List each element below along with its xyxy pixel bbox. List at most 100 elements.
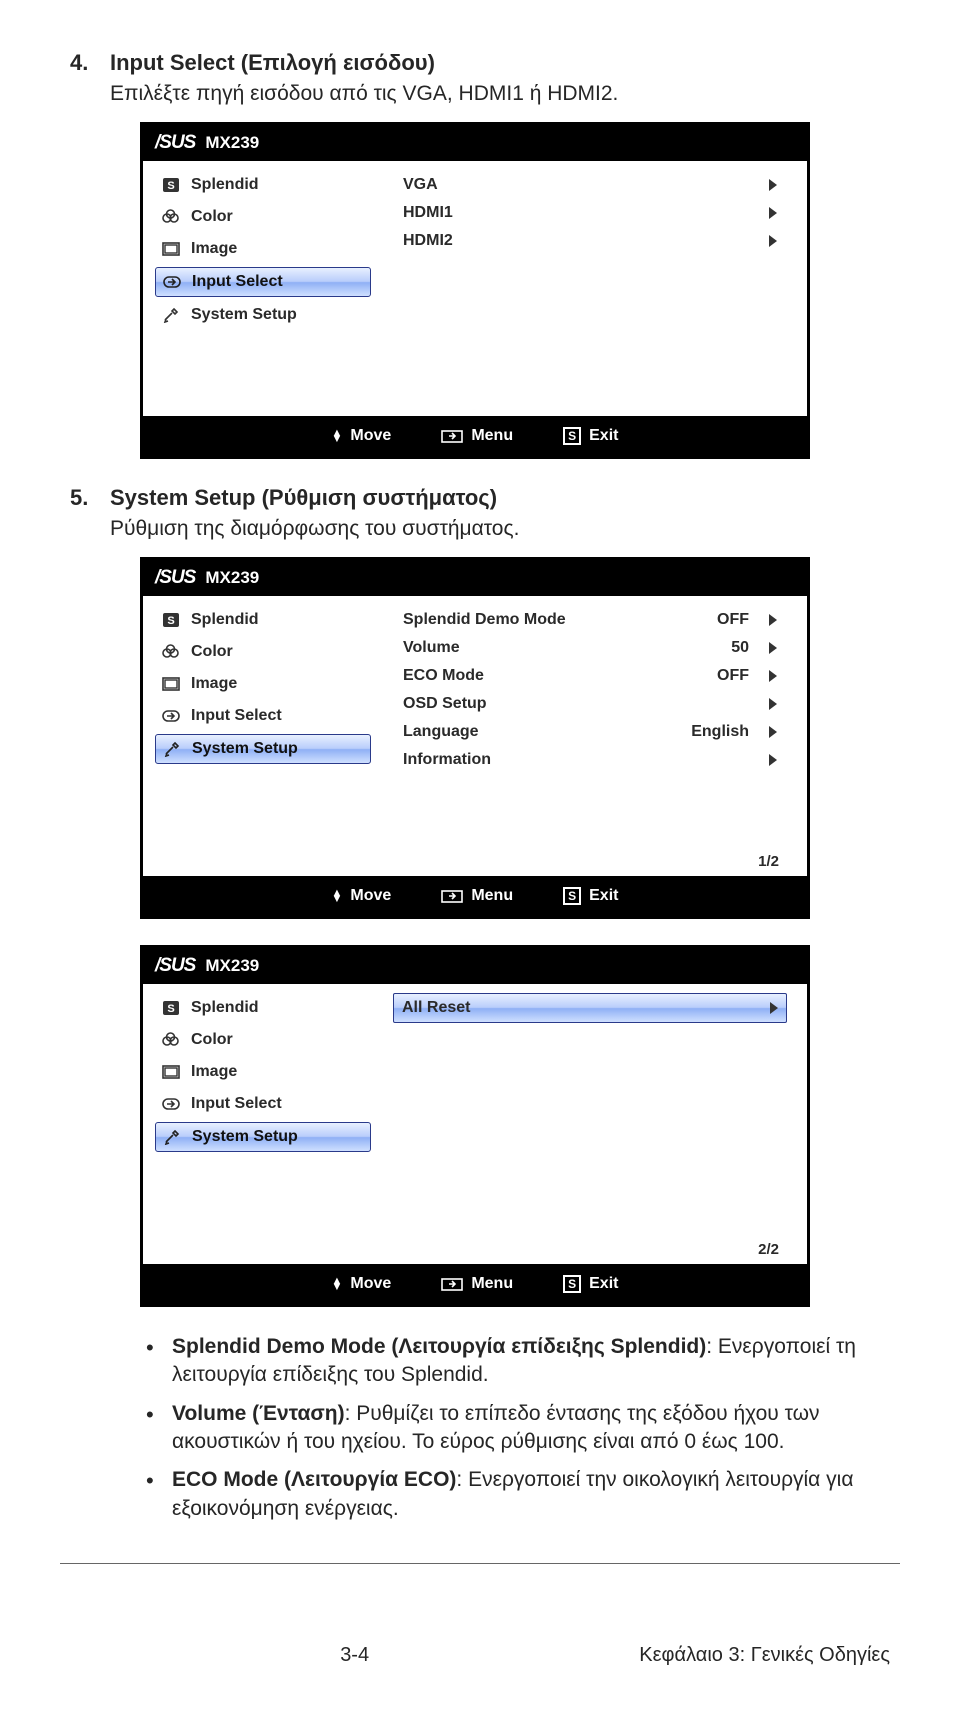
sidebar-item-system-setup[interactable]: System Setup (155, 734, 371, 764)
option-hdmi1[interactable]: HDMI1 (403, 199, 777, 227)
bullet-bold: Volume (Ένταση) (172, 1402, 345, 1425)
footer-label: Menu (471, 1275, 513, 1293)
input-icon (162, 273, 182, 291)
osd-content: VGA HDMI1 HDMI2 (383, 161, 807, 416)
option-language[interactable]: LanguageEnglish (403, 718, 777, 746)
chevron-right-icon (769, 179, 777, 191)
footer-move[interactable]: ▲▼ Move (332, 887, 392, 905)
section-4-title: 4.Input Select (Επιλογή εισόδου) (70, 50, 890, 76)
brand-logo: /SUS (155, 567, 195, 589)
sidebar-label: System Setup (192, 740, 298, 758)
model-label: MX239 (205, 133, 259, 153)
brand-logo: /SUS (155, 955, 195, 977)
bullet-eco-mode: ECO Mode (Λειτουργία ECO): Ενεργοποιεί τ… (140, 1466, 920, 1523)
s-box-icon: S (563, 427, 581, 445)
option-label: Information (403, 751, 669, 769)
s-box-icon: S (161, 611, 181, 629)
chevron-right-icon (769, 754, 777, 766)
chevron-right-icon (769, 207, 777, 219)
sidebar-label: Splendid (191, 176, 259, 194)
footer-separator (60, 1563, 900, 1564)
sidebar-label: Input Select (191, 707, 282, 725)
osd-content: All Reset 2/2 (383, 984, 807, 1264)
osd-header: /SUS MX239 (143, 948, 807, 984)
chevron-right-icon (769, 698, 777, 710)
chevron-right-icon (770, 1002, 778, 1014)
color-icon (161, 208, 181, 226)
option-information[interactable]: Information (403, 746, 777, 774)
section-heading-text: System Setup (Ρύθμιση συστήματος) (110, 485, 497, 510)
footer-move[interactable]: ▲▼ Move (332, 1275, 392, 1293)
footer-label: Menu (471, 427, 513, 445)
footer-exit[interactable]: S Exit (563, 887, 618, 905)
footer-exit[interactable]: S Exit (563, 427, 618, 445)
option-eco-mode[interactable]: ECO ModeOFF (403, 662, 777, 690)
tools-icon (161, 306, 181, 324)
sidebar-label: Color (191, 643, 233, 661)
option-volume[interactable]: Volume50 (403, 634, 777, 662)
option-all-reset[interactable]: All Reset (393, 993, 787, 1023)
image-icon (161, 675, 181, 693)
footer-menu[interactable]: Menu (441, 1275, 513, 1293)
sidebar-item-system-setup[interactable]: System Setup (155, 1122, 371, 1152)
osd-panel-system-setup-1: /SUS MX239 S Splendid Color Image (140, 557, 810, 919)
tools-icon (162, 740, 182, 758)
option-value: OFF (669, 611, 749, 629)
tools-icon (162, 1128, 182, 1146)
sidebar-item-image[interactable]: Image (155, 235, 371, 263)
brand-logo: /SUS (155, 132, 195, 154)
sidebar-item-splendid[interactable]: S Splendid (155, 171, 371, 199)
option-label: Volume (403, 639, 669, 657)
sidebar-item-image[interactable]: Image (155, 1058, 371, 1086)
footer-exit[interactable]: S Exit (563, 1275, 618, 1293)
footer-label: Exit (589, 427, 618, 445)
section-5-title: 5.System Setup (Ρύθμιση συστήματος) (70, 485, 890, 511)
sidebar-item-input-select[interactable]: Input Select (155, 702, 371, 730)
chevron-right-icon (769, 614, 777, 626)
footer-label: Move (350, 1275, 391, 1293)
bullet-volume: Volume (Ένταση): Ρυθμίζει το επίπεδο έντ… (140, 1400, 920, 1457)
option-label: HDMI1 (403, 204, 769, 222)
option-demo-mode[interactable]: Splendid Demo ModeOFF (403, 606, 777, 634)
osd-sidebar: S Splendid Color Image Input Select (143, 596, 383, 876)
sidebar-item-input-select[interactable]: Input Select (155, 1090, 371, 1118)
sidebar-item-color[interactable]: Color (155, 203, 371, 231)
s-box-icon: S (161, 999, 181, 1017)
footer-menu[interactable]: Menu (441, 427, 513, 445)
option-label: OSD Setup (403, 695, 669, 713)
menu-icon (441, 888, 463, 904)
osd-footer: ▲▼ Move Menu S Exit (143, 416, 807, 456)
footer-label: Menu (471, 887, 513, 905)
footer-label: Move (350, 427, 391, 445)
sidebar-label: Splendid (191, 999, 259, 1017)
chevron-right-icon (769, 235, 777, 247)
option-label: ECO Mode (403, 667, 669, 685)
section-number: 4. (70, 50, 110, 76)
bullet-bold: Splendid Demo Mode (Λειτουργία επίδειξης… (172, 1335, 706, 1358)
option-label: VGA (403, 176, 769, 194)
sidebar-item-splendid[interactable]: S Splendid (155, 994, 371, 1022)
sidebar-item-color[interactable]: Color (155, 1026, 371, 1054)
bullet-bold: ECO Mode (Λειτουργία ECO) (172, 1468, 456, 1491)
svg-text:S: S (167, 180, 174, 192)
sidebar-item-input-select[interactable]: Input Select (155, 267, 371, 297)
sidebar-item-splendid[interactable]: S Splendid (155, 606, 371, 634)
footer-menu[interactable]: Menu (441, 887, 513, 905)
option-hdmi2[interactable]: HDMI2 (403, 227, 777, 255)
sidebar-item-image[interactable]: Image (155, 670, 371, 698)
sidebar-item-color[interactable]: Color (155, 638, 371, 666)
osd-footer: ▲▼ Move Menu S Exit (143, 876, 807, 916)
chevron-right-icon (769, 670, 777, 682)
option-osd-setup[interactable]: OSD Setup (403, 690, 777, 718)
s-box-icon: S (563, 887, 581, 905)
sidebar-label: Color (191, 1031, 233, 1049)
footer-move[interactable]: ▲▼ Move (332, 427, 392, 445)
option-vga[interactable]: VGA (403, 171, 777, 199)
sidebar-label: Input Select (192, 273, 283, 291)
option-label: All Reset (402, 999, 770, 1017)
model-label: MX239 (205, 956, 259, 976)
footer-label: Exit (589, 1275, 618, 1293)
sidebar-item-system-setup[interactable]: System Setup (155, 301, 371, 329)
bullet-list: Splendid Demo Mode (Λειτουργία επίδειξης… (140, 1333, 920, 1523)
page-number: 3-4 (340, 1644, 369, 1667)
